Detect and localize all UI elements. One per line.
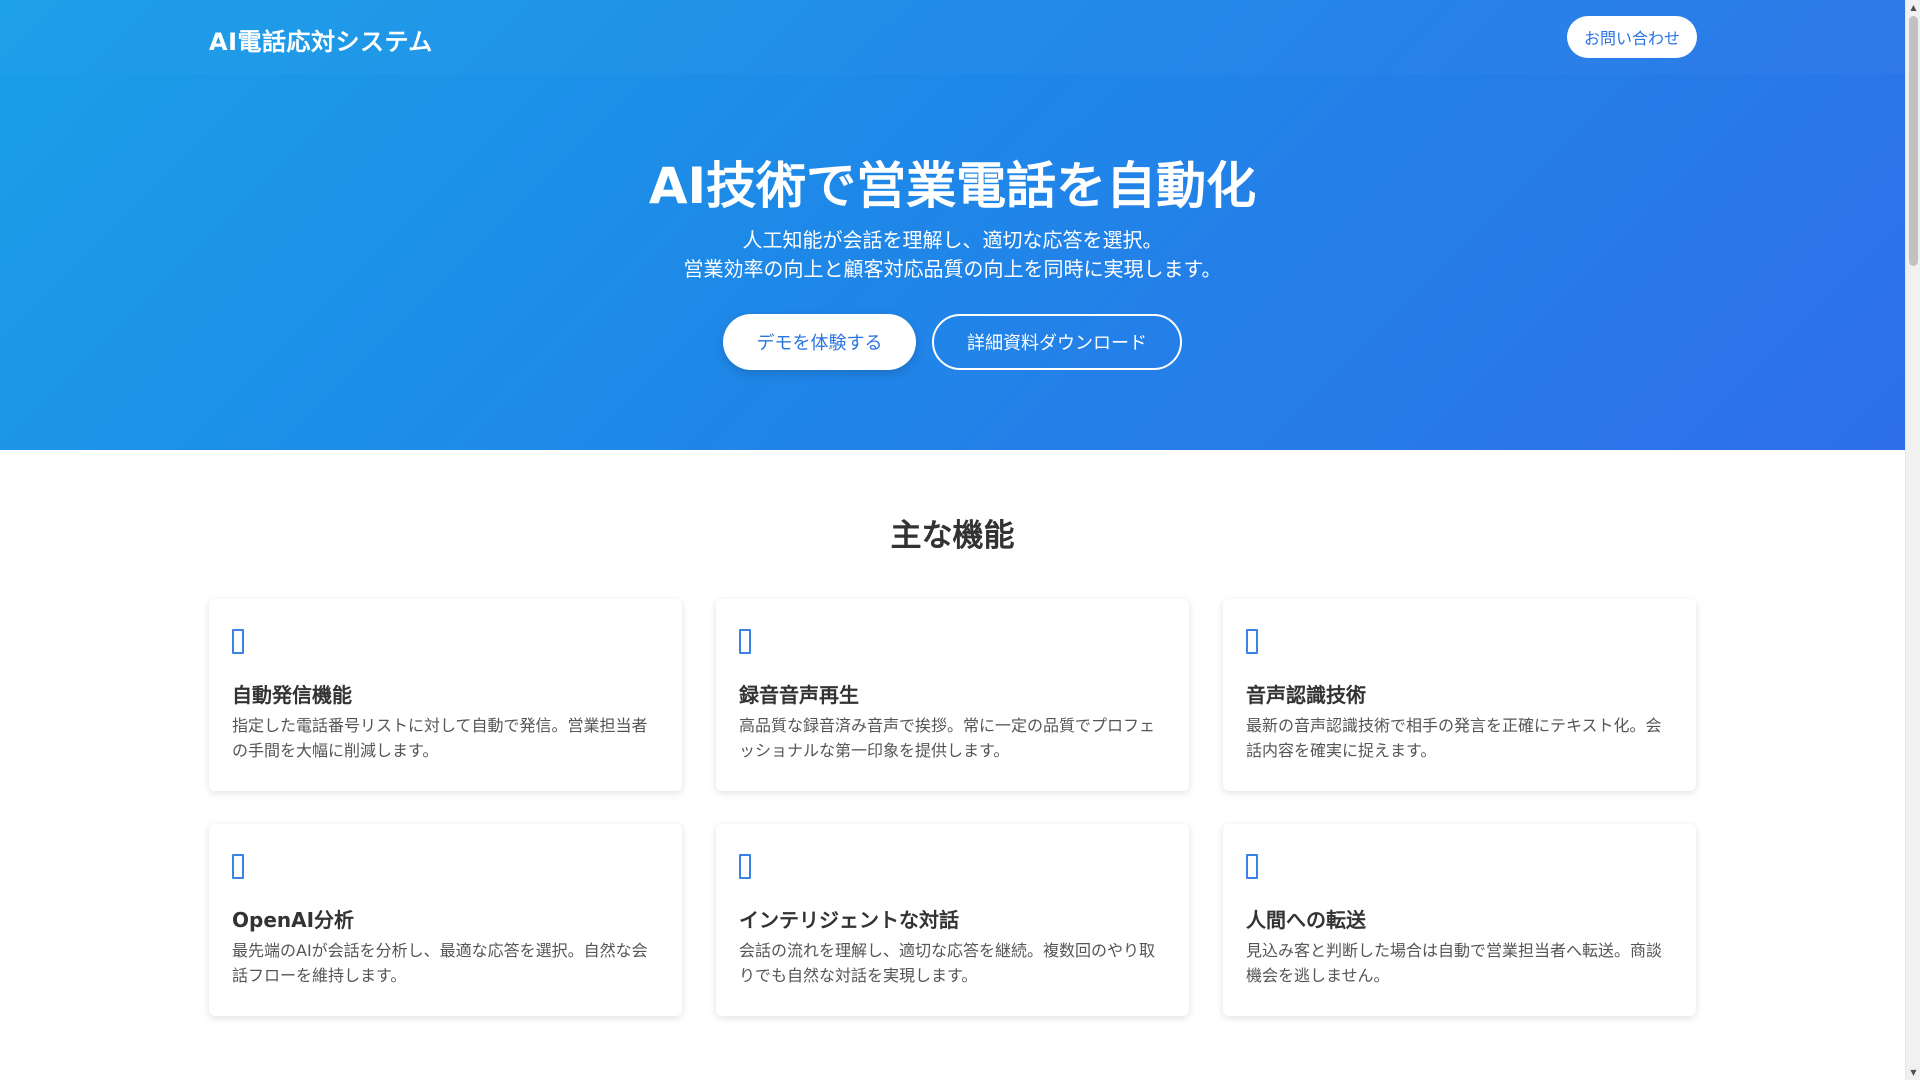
hero-title: AI技術で営業電話を自動化 [648, 157, 1257, 215]
feature-card-description: 会話の流れを理解し、適切な応答を継続。複数回のやり取りでも自然な対話を実現します… [739, 941, 1156, 985]
feature-card-description: 指定した電話番号リストに対して自動で発信。営業担当者の手間を大幅に削減します。 [232, 716, 648, 760]
feature-card-title: 録音音声再生 [739, 683, 859, 707]
features-title: 主な機能 [890, 518, 1015, 554]
demo-button[interactable]: デモを体験する [723, 314, 916, 370]
feature-card-description: 高品質な録音済み音声で挨拶。常に一定の品質でプロフェッショナルな第一印象を提供し… [739, 716, 1156, 760]
dialogue-icon [739, 854, 751, 879]
feature-card-description: 最新の音声認識技術で相手の発言を正確にテキスト化。会話内容を確実に捉えます。 [1246, 716, 1662, 760]
feature-card-title: 音声認識技術 [1246, 683, 1366, 707]
hero-subtitle-line: 営業効率の向上と顧客対応品質の向上を同時に実現します。 [683, 257, 1222, 281]
feature-card: OpenAI分析 最先端のAIが会話を分析し、最適な応答を選択。自然な会話フロー… [209, 824, 682, 1016]
feature-card: インテリジェントな対話 会話の流れを理解し、適切な応答を継続。複数回のやり取りで… [716, 824, 1189, 1016]
download-button[interactable]: 詳細資料ダウンロード [932, 314, 1182, 370]
feature-card-title: インテリジェントな対話 [739, 908, 959, 932]
vertical-scrollbar[interactable]: ▲ ▼ [1905, 0, 1920, 1080]
feature-card-title: OpenAI分析 [232, 908, 355, 932]
navbar: AI電話応対システム お問い合わせ [0, 0, 1905, 74]
contact-button[interactable]: お問い合わせ [1567, 16, 1697, 58]
ai-analysis-icon [232, 854, 244, 879]
recorded-audio-icon [739, 629, 751, 654]
hero-subtitle-line: 人工知能が会話を理解し、適切な応答を選択。 [742, 228, 1163, 252]
feature-card: 人間への転送 見込み客と判断した場合は自動で営業担当者へ転送。商談機会を逃しませ… [1223, 824, 1696, 1016]
transfer-icon [1246, 854, 1258, 879]
feature-card-description: 見込み客と判断した場合は自動で営業担当者へ転送。商談機会を逃しません。 [1246, 941, 1663, 985]
auto-call-icon [232, 629, 244, 654]
feature-card-title: 人間への転送 [1246, 908, 1366, 932]
scroll-up-arrow-icon[interactable]: ▲ [1906, 0, 1920, 15]
speech-recognition-icon [1246, 629, 1258, 654]
scrollbar-thumb[interactable] [1909, 16, 1918, 266]
hero-section: AI電話応対システム お問い合わせ AI技術で営業電話を自動化 人工知能が会話を… [0, 0, 1905, 450]
feature-card: 自動発信機能 指定した電話番号リストに対して自動で発信。営業担当者の手間を大幅に… [209, 599, 682, 791]
feature-card: 録音音声再生 高品質な録音済み音声で挨拶。常に一定の品質でプロフェッショナルな第… [716, 599, 1189, 791]
feature-card-title: 自動発信機能 [232, 683, 352, 707]
feature-card: 音声認識技術 最新の音声認識技術で相手の発言を正確にテキスト化。会話内容を確実に… [1223, 599, 1696, 791]
scroll-down-arrow-icon[interactable]: ▼ [1906, 1065, 1920, 1080]
page: AI電話応対システム お問い合わせ AI技術で営業電話を自動化 人工知能が会話を… [0, 0, 1905, 1080]
brand-logo[interactable]: AI電話応対システム [209, 22, 433, 57]
feature-card-description: 最先端のAIが会話を分析し、最適な応答を選択。自然な会話フローを維持します。 [232, 941, 648, 985]
hero-subtitle: 人工知能が会話を理解し、適切な応答を選択。 営業効率の向上と顧客対応品質の向上を… [0, 226, 1905, 284]
